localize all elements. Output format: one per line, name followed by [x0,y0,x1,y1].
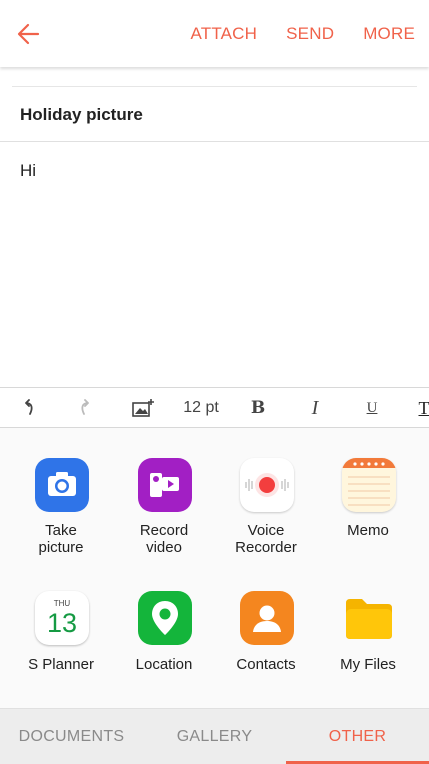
tile-label: Voice Recorder [235,522,297,556]
attach-record-video[interactable]: Record video [114,458,214,558]
calendar-day: THU [53,599,71,608]
italic-button[interactable]: I [300,388,330,428]
folder-icon [342,591,396,645]
tile-label: Contacts [236,656,296,673]
calendar-date: 13 [46,608,78,638]
undo-icon[interactable] [14,388,44,428]
underline-button[interactable]: U [357,388,387,428]
message-body[interactable]: Hi [20,161,36,181]
attach-contacts[interactable]: Contacts [216,591,316,681]
attach-memo[interactable]: Memo [318,458,418,558]
tile-label: Take picture [38,522,84,556]
subject-text: Holiday picture [20,105,143,124]
tab-other[interactable]: OTHER [286,709,429,764]
text-color-button[interactable]: T [414,388,429,428]
attach-voice-recorder[interactable]: Voice Recorder [216,458,316,558]
calendar-icon: THU 13 [35,591,89,645]
voice-recorder-icon [240,458,294,512]
app-bar: ATTACH SEND MORE [0,0,429,67]
tab-gallery[interactable]: GALLERY [143,709,286,764]
attach-s-planner[interactable]: THU 13 S Planner [11,591,111,681]
insert-image-icon[interactable] [128,388,158,428]
formatting-toolbar: 12 pt B I U T [0,387,429,428]
location-pin-icon [138,591,192,645]
app-bar-actions: ATTACH SEND MORE [190,0,415,67]
attach-location[interactable]: Location [114,591,214,681]
font-size-selector[interactable]: 12 pt [176,388,226,428]
tile-label: S Planner [28,656,94,673]
back-arrow-icon[interactable] [14,20,44,48]
attach-take-picture[interactable]: Take picture [11,458,111,558]
camera-icon [35,458,89,512]
contacts-icon [240,591,294,645]
video-camera-icon [138,458,192,512]
subject-field[interactable]: Holiday picture [0,88,429,142]
tile-label: Record video [139,522,189,556]
tile-label: My Files [340,656,396,673]
attach-button[interactable]: ATTACH [190,24,257,44]
attach-panel: Take picture Record video Voice Recorder… [0,428,429,708]
tab-documents[interactable]: DOCUMENTS [0,709,143,764]
tile-label: Memo [347,522,389,539]
send-button[interactable]: SEND [286,24,334,44]
memo-icon [342,458,396,512]
redo-icon[interactable] [70,388,100,428]
more-button[interactable]: MORE [363,24,415,44]
bold-button[interactable]: B [243,388,273,428]
attach-my-files[interactable]: My Files [318,591,418,681]
attach-source-tabs: DOCUMENTS GALLERY OTHER [0,708,429,764]
tile-label: Location [135,656,193,673]
